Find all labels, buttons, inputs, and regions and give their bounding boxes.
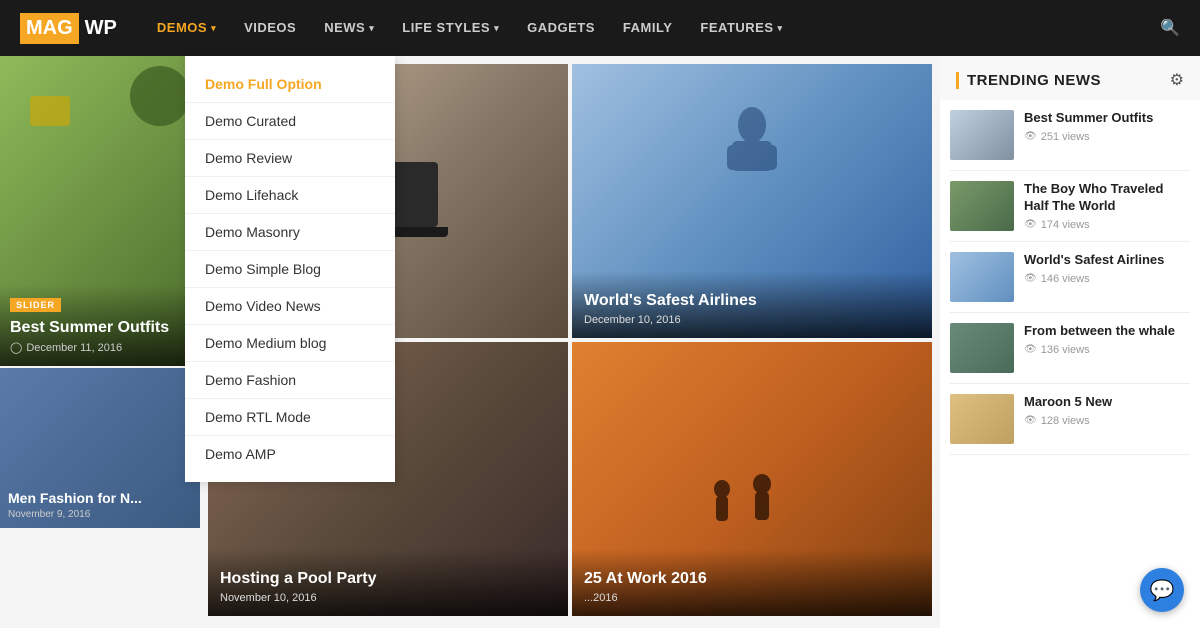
card-work-overlay: 25 At Work 2016 ...2016 [572, 549, 932, 616]
nav-item-features[interactable]: FEATURES ▾ [686, 0, 796, 56]
dropdown-item-mediumblog[interactable]: Demo Medium blog [185, 325, 395, 362]
card-work[interactable]: 25 At Work 2016 ...2016 [572, 342, 932, 616]
slide-main[interactable]: SLIDER Best Summer Outfits ◯ December 11… [0, 56, 200, 366]
trending-thumb [950, 110, 1014, 160]
trending-thumb [950, 323, 1014, 373]
dropdown-item-amp[interactable]: Demo AMP [185, 436, 395, 472]
card-airlines-overlay: World's Safest Airlines December 10, 201… [572, 271, 932, 338]
nav-item-family[interactable]: FAMILY [609, 0, 686, 56]
trending-views: 👁 136 views [1024, 344, 1190, 356]
demos-dropdown: Demo Full Option Demo Curated Demo Revie… [185, 56, 395, 482]
slide-secondary-overlay: Men Fashion for N... November 9, 2016 [0, 482, 200, 528]
trending-item[interactable]: From between the whale 👁 136 views [950, 313, 1190, 384]
trending-info: From between the whale 👁 136 views [1024, 323, 1190, 356]
sidebar: TRENDING NEWS ⚙ Best Summer Outfits 👁 25… [940, 56, 1200, 628]
trending-info: Best Summer Outfits 👁 251 views [1024, 110, 1190, 143]
card-pool-date: November 10, 2016 [220, 592, 556, 604]
dropdown-item-fulloption[interactable]: Demo Full Option [185, 66, 395, 103]
card-pool-title: Hosting a Pool Party [220, 569, 556, 588]
card-work-title: 25 At Work 2016 [584, 569, 920, 588]
eye-icon: 👁 [1024, 131, 1037, 142]
dropdown-item-fashion[interactable]: Demo Fashion [185, 362, 395, 399]
trending-item-title: World's Safest Airlines [1024, 252, 1190, 269]
chevron-down-icon: ▾ [778, 0, 783, 56]
eye-icon: 👁 [1024, 344, 1037, 355]
dropdown-item-videonews[interactable]: Demo Video News [185, 288, 395, 325]
card-pool-overlay: Hosting a Pool Party November 10, 2016 [208, 549, 568, 616]
slide-main-title: Best Summer Outfits [10, 318, 190, 337]
slide-secondary-date: November 9, 2016 [8, 509, 192, 520]
chevron-down-icon: ▾ [369, 0, 374, 56]
people-silhouette [702, 474, 802, 534]
trending-views: 👁 174 views [1024, 219, 1190, 231]
trending-thumb-image [950, 110, 1014, 160]
trending-thumb-image [950, 394, 1014, 444]
trending-item-title: Maroon 5 New [1024, 394, 1190, 411]
trending-thumb-image [950, 323, 1014, 373]
logo-mag: MAG [20, 13, 79, 44]
chevron-down-icon: ▾ [494, 0, 499, 56]
person-silhouette [722, 105, 782, 185]
trending-views: 👁 251 views [1024, 131, 1190, 143]
header: MAG WP DEMOS ▾ VIDEOS NEWS ▾ LIFE STYLES… [0, 0, 1200, 56]
search-icon[interactable]: 🔍 [1160, 18, 1180, 38]
dropdown-item-curated[interactable]: Demo Curated [185, 103, 395, 140]
card-work-date: ...2016 [584, 592, 920, 604]
trending-list: Best Summer Outfits 👁 251 views The Boy … [940, 100, 1200, 455]
trending-item[interactable]: The Boy Who Traveled Half The World 👁 17… [950, 171, 1190, 242]
trending-item-title: The Boy Who Traveled Half The World [1024, 181, 1190, 215]
trending-thumb [950, 252, 1014, 302]
card-airlines[interactable]: World's Safest Airlines December 10, 201… [572, 64, 932, 338]
trending-item[interactable]: Best Summer Outfits 👁 251 views [950, 100, 1190, 171]
dropdown-item-rtl[interactable]: Demo RTL Mode [185, 399, 395, 436]
trending-thumb-image [950, 252, 1014, 302]
slide-secondary[interactable]: Men Fashion for N... November 9, 2016 [0, 368, 200, 528]
sidebar-header: TRENDING NEWS ⚙ [940, 56, 1200, 100]
slider-area: SLIDER Best Summer Outfits ◯ December 11… [0, 56, 200, 628]
logo-wp: WP [79, 13, 123, 44]
slide-main-date: ◯ December 11, 2016 [10, 341, 190, 354]
trending-item-title: Best Summer Outfits [1024, 110, 1190, 127]
slide-secondary-title: Men Fashion for N... [8, 490, 192, 506]
trending-thumb-image [950, 181, 1014, 231]
nav-item-videos[interactable]: VIDEOS [230, 0, 310, 56]
dropdown-item-simpleblog[interactable]: Demo Simple Blog [185, 251, 395, 288]
chat-button[interactable]: 💬 [1140, 568, 1184, 612]
trending-item-title: From between the whale [1024, 323, 1190, 340]
trending-info: World's Safest Airlines 👁 146 views [1024, 252, 1190, 285]
slide-main-overlay: SLIDER Best Summer Outfits ◯ December 11… [0, 285, 200, 366]
trending-thumb [950, 394, 1014, 444]
trending-info: The Boy Who Traveled Half The World 👁 17… [1024, 181, 1190, 231]
trending-info: Maroon 5 New 👁 128 views [1024, 394, 1190, 427]
eye-icon: 👁 [1024, 273, 1037, 284]
plant-decoration [130, 66, 190, 126]
dropdown-item-masonry[interactable]: Demo Masonry [185, 214, 395, 251]
trending-item[interactable]: Maroon 5 New 👁 128 views [950, 384, 1190, 455]
dropdown-item-review[interactable]: Demo Review [185, 140, 395, 177]
nav-item-news[interactable]: NEWS ▾ [310, 0, 388, 56]
nav-item-lifestyles[interactable]: LIFE STYLES ▾ [388, 0, 513, 56]
slider-badge: SLIDER [10, 298, 61, 312]
dropdown-item-lifehack[interactable]: Demo Lifehack [185, 177, 395, 214]
eye-icon: 👁 [1024, 219, 1037, 230]
page-body: SLIDER Best Summer Outfits ◯ December 11… [0, 56, 1200, 628]
card-airlines-title: World's Safest Airlines [584, 291, 920, 310]
trending-item[interactable]: World's Safest Airlines 👁 146 views [950, 242, 1190, 313]
trending-thumb [950, 181, 1014, 231]
main-nav: DEMOS ▾ VIDEOS NEWS ▾ LIFE STYLES ▾ GADG… [143, 0, 1160, 56]
trending-views: 👁 146 views [1024, 273, 1190, 285]
trending-views: 👁 128 views [1024, 415, 1190, 427]
nav-item-gadgets[interactable]: GADGETS [513, 0, 609, 56]
eye-icon: 👁 [1024, 415, 1037, 426]
logo[interactable]: MAG WP [20, 13, 123, 44]
clock-icon: ◯ [10, 341, 22, 354]
cup-decoration [30, 96, 70, 126]
gear-icon[interactable]: ⚙ [1170, 70, 1184, 90]
chevron-down-icon: ▾ [211, 0, 216, 56]
card-airlines-date: December 10, 2016 [584, 314, 920, 326]
nav-item-demos[interactable]: DEMOS ▾ [143, 0, 230, 56]
sidebar-title: TRENDING NEWS [956, 72, 1101, 89]
